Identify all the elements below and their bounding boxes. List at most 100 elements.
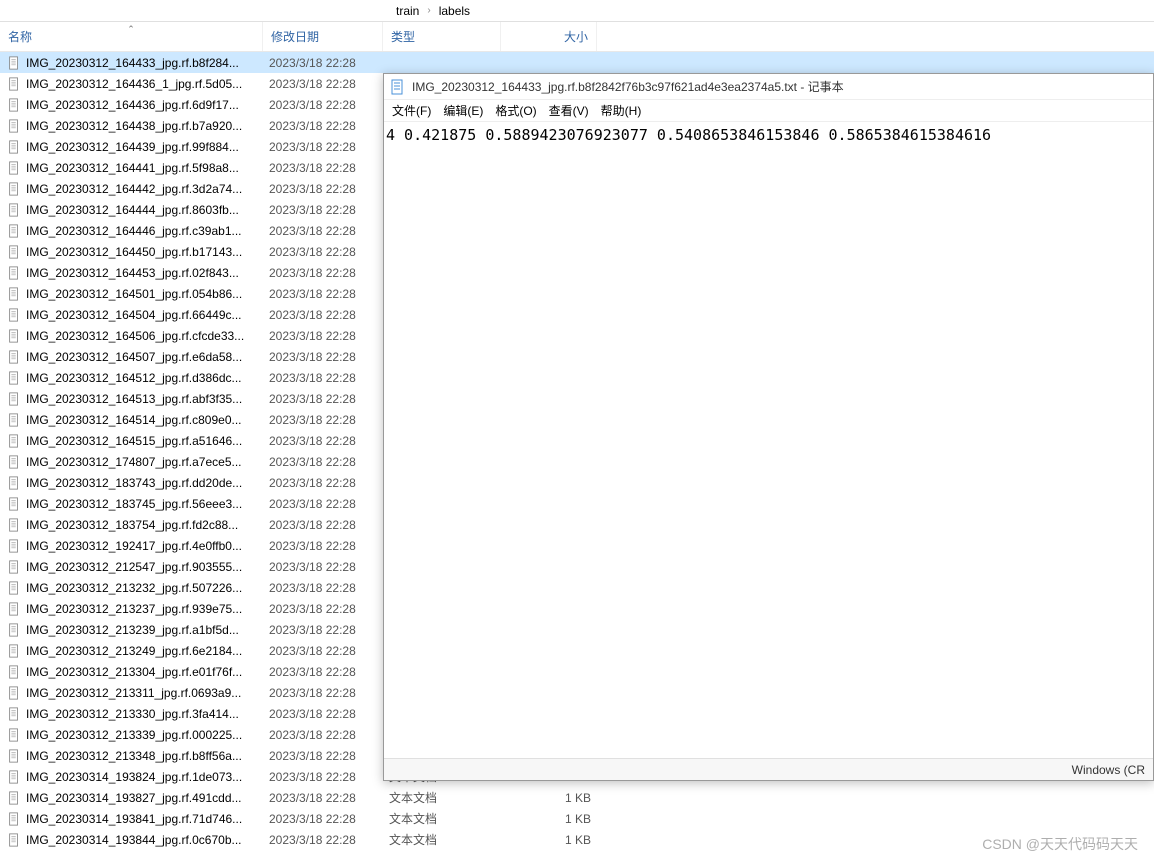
file-row[interactable]: IMG_20230314_193827_jpg.rf.491cdd...2023… <box>0 787 1154 808</box>
file-date-cell: 2023/3/18 22:28 <box>263 623 383 637</box>
status-encoding: Windows (CR <box>1072 763 1145 777</box>
file-name-cell[interactable]: IMG_20230314_193841_jpg.rf.71d746... <box>0 811 263 827</box>
file-name-text: IMG_20230312_164439_jpg.rf.99f884... <box>26 140 239 154</box>
file-name-cell[interactable]: IMG_20230312_174807_jpg.rf.a7ece5... <box>0 454 263 470</box>
file-date-cell: 2023/3/18 22:28 <box>263 140 383 154</box>
header-name-label: 名称 <box>8 28 32 45</box>
file-name-cell[interactable]: IMG_20230312_164515_jpg.rf.a51646... <box>0 433 263 449</box>
file-name-cell[interactable]: IMG_20230312_164438_jpg.rf.b7a920... <box>0 118 263 134</box>
file-name-cell[interactable]: IMG_20230312_183743_jpg.rf.dd20de... <box>0 475 263 491</box>
file-name-text: IMG_20230312_213348_jpg.rf.b8ff56a... <box>26 749 242 763</box>
file-name-text: IMG_20230312_213232_jpg.rf.507226... <box>26 581 242 595</box>
file-name-cell[interactable]: IMG_20230312_164433_jpg.rf.b8f284... <box>0 55 263 71</box>
text-file-icon <box>6 202 22 218</box>
file-name-cell[interactable]: IMG_20230312_164513_jpg.rf.abf3f35... <box>0 391 263 407</box>
file-name-cell[interactable]: IMG_20230312_213330_jpg.rf.3fa414... <box>0 706 263 722</box>
text-file-icon <box>6 643 22 659</box>
text-file-icon <box>6 727 22 743</box>
file-name-cell[interactable]: IMG_20230314_193827_jpg.rf.491cdd... <box>0 790 263 806</box>
file-name-text: IMG_20230312_164433_jpg.rf.b8f284... <box>26 56 239 70</box>
file-row[interactable]: IMG_20230312_164433_jpg.rf.b8f284...2023… <box>0 52 1154 73</box>
file-name-cell[interactable]: IMG_20230312_164450_jpg.rf.b17143... <box>0 244 263 260</box>
file-name-text: IMG_20230312_183754_jpg.rf.fd2c88... <box>26 518 238 532</box>
file-name-cell[interactable]: IMG_20230312_183754_jpg.rf.fd2c88... <box>0 517 263 533</box>
file-name-cell[interactable]: IMG_20230312_212547_jpg.rf.903555... <box>0 559 263 575</box>
text-file-icon <box>6 790 22 806</box>
file-name-text: IMG_20230312_174807_jpg.rf.a7ece5... <box>26 455 242 469</box>
menu-file[interactable]: 文件(F) <box>392 102 431 119</box>
file-name-cell[interactable]: IMG_20230314_193844_jpg.rf.0c670b... <box>0 832 263 848</box>
header-type[interactable]: 类型 <box>383 22 501 51</box>
notepad-titlebar[interactable]: IMG_20230312_164433_jpg.rf.b8f2842f76b3c… <box>384 74 1153 100</box>
file-name-cell[interactable]: IMG_20230312_192417_jpg.rf.4e0ffb0... <box>0 538 263 554</box>
file-name-text: IMG_20230312_164436_1_jpg.rf.5d05... <box>26 77 242 91</box>
file-name-cell[interactable]: IMG_20230312_164504_jpg.rf.66449c... <box>0 307 263 323</box>
breadcrumb[interactable]: train › labels <box>0 0 1154 22</box>
file-name-text: IMG_20230312_164438_jpg.rf.b7a920... <box>26 119 242 133</box>
file-name-cell[interactable]: IMG_20230312_164453_jpg.rf.02f843... <box>0 265 263 281</box>
file-name-cell[interactable]: IMG_20230312_213304_jpg.rf.e01f76f... <box>0 664 263 680</box>
menu-format[interactable]: 格式(O) <box>495 102 536 119</box>
file-name-cell[interactable]: IMG_20230314_193824_jpg.rf.1de073... <box>0 769 263 785</box>
file-name-cell[interactable]: IMG_20230312_213249_jpg.rf.6e2184... <box>0 643 263 659</box>
file-name-text: IMG_20230312_213304_jpg.rf.e01f76f... <box>26 665 242 679</box>
file-date-cell: 2023/3/18 22:28 <box>263 350 383 364</box>
file-name-cell[interactable]: IMG_20230312_164506_jpg.rf.cfcde33... <box>0 328 263 344</box>
file-name-text: IMG_20230312_164504_jpg.rf.66449c... <box>26 308 242 322</box>
breadcrumb-train[interactable]: train <box>388 4 427 18</box>
file-name-text: IMG_20230312_213249_jpg.rf.6e2184... <box>26 644 242 658</box>
file-row[interactable]: IMG_20230314_193844_jpg.rf.0c670b...2023… <box>0 829 1154 850</box>
text-file-icon <box>6 181 22 197</box>
text-file-icon <box>6 811 22 827</box>
file-size-cell: 1 KB <box>501 791 597 805</box>
file-name-cell[interactable]: IMG_20230312_164446_jpg.rf.c39ab1... <box>0 223 263 239</box>
file-name-cell[interactable]: IMG_20230312_164514_jpg.rf.c809e0... <box>0 412 263 428</box>
text-file-icon <box>6 601 22 617</box>
file-date-cell: 2023/3/18 22:28 <box>263 602 383 616</box>
text-file-icon <box>6 496 22 512</box>
file-name-text: IMG_20230312_164513_jpg.rf.abf3f35... <box>26 392 242 406</box>
menu-edit[interactable]: 编辑(E) <box>443 102 483 119</box>
file-name-text: IMG_20230312_164442_jpg.rf.3d2a74... <box>26 182 242 196</box>
file-name-cell[interactable]: IMG_20230312_213232_jpg.rf.507226... <box>0 580 263 596</box>
breadcrumb-labels[interactable]: labels <box>431 4 478 18</box>
file-date-cell: 2023/3/18 22:28 <box>263 329 383 343</box>
file-name-cell[interactable]: IMG_20230312_213239_jpg.rf.a1bf5d... <box>0 622 263 638</box>
file-name-text: IMG_20230312_183743_jpg.rf.dd20de... <box>26 476 242 490</box>
file-name-cell[interactable]: IMG_20230312_213237_jpg.rf.939e75... <box>0 601 263 617</box>
file-name-cell[interactable]: IMG_20230312_164507_jpg.rf.e6da58... <box>0 349 263 365</box>
file-name-cell[interactable]: IMG_20230312_213348_jpg.rf.b8ff56a... <box>0 748 263 764</box>
file-name-text: IMG_20230314_193844_jpg.rf.0c670b... <box>26 833 242 847</box>
file-name-cell[interactable]: IMG_20230312_164501_jpg.rf.054b86... <box>0 286 263 302</box>
file-name-cell[interactable]: IMG_20230312_164512_jpg.rf.d386dc... <box>0 370 263 386</box>
file-date-cell: 2023/3/18 22:28 <box>263 581 383 595</box>
text-file-icon <box>6 349 22 365</box>
menu-view[interactable]: 查看(V) <box>549 102 589 119</box>
file-name-text: IMG_20230312_213339_jpg.rf.000225... <box>26 728 242 742</box>
file-name-cell[interactable]: IMG_20230312_164436_jpg.rf.6d9f17... <box>0 97 263 113</box>
text-file-icon <box>6 307 22 323</box>
file-name-cell[interactable]: IMG_20230312_164439_jpg.rf.99f884... <box>0 139 263 155</box>
file-name-cell[interactable]: IMG_20230312_164442_jpg.rf.3d2a74... <box>0 181 263 197</box>
file-row[interactable]: IMG_20230314_193841_jpg.rf.71d746...2023… <box>0 808 1154 829</box>
file-name-cell[interactable]: IMG_20230312_164441_jpg.rf.5f98a8... <box>0 160 263 176</box>
file-name-text: IMG_20230312_164446_jpg.rf.c39ab1... <box>26 224 242 238</box>
file-name-cell[interactable]: IMG_20230312_213339_jpg.rf.000225... <box>0 727 263 743</box>
file-name-cell[interactable]: IMG_20230312_183745_jpg.rf.56eee3... <box>0 496 263 512</box>
header-date[interactable]: 修改日期 <box>263 22 383 51</box>
header-name[interactable]: ⌃ 名称 <box>0 22 263 51</box>
file-type-cell: 文本文档 <box>383 831 501 848</box>
file-name-cell[interactable]: IMG_20230312_164444_jpg.rf.8603fb... <box>0 202 263 218</box>
file-date-cell: 2023/3/18 22:28 <box>263 308 383 322</box>
file-name-cell[interactable]: IMG_20230312_213311_jpg.rf.0693a9... <box>0 685 263 701</box>
file-type-cell: 文本文档 <box>383 789 501 806</box>
file-size-cell: 1 KB <box>501 812 597 826</box>
header-size[interactable]: 大小 <box>501 22 597 51</box>
file-date-cell: 2023/3/18 22:28 <box>263 497 383 511</box>
text-file-icon <box>6 454 22 470</box>
notepad-content[interactable]: 4 0.421875 0.5889423076923077 0.54086538… <box>384 122 1153 758</box>
file-date-cell: 2023/3/18 22:28 <box>263 518 383 532</box>
menu-help[interactable]: 帮助(H) <box>601 102 642 119</box>
file-name-cell[interactable]: IMG_20230312_164436_1_jpg.rf.5d05... <box>0 76 263 92</box>
file-date-cell: 2023/3/18 22:28 <box>263 224 383 238</box>
